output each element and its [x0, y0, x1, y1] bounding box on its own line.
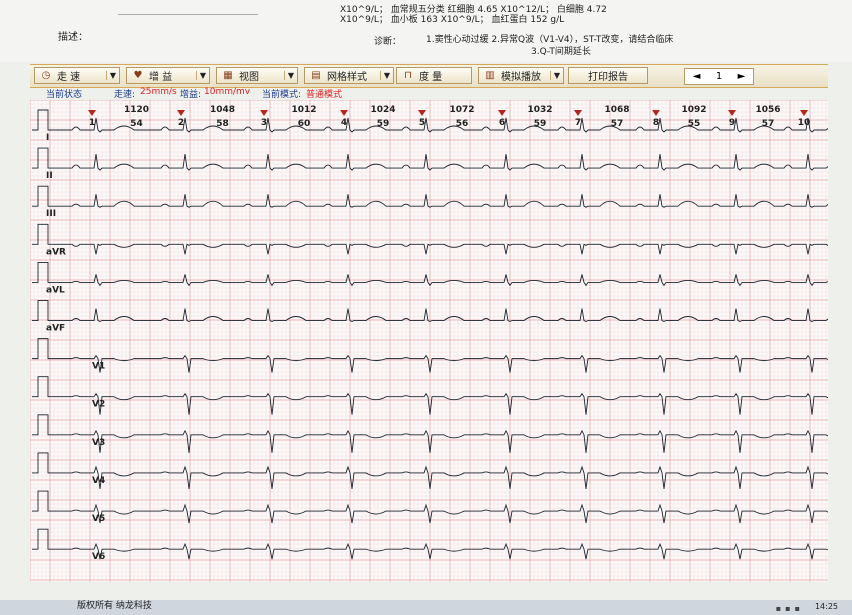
rr-interval-label: 1048	[210, 105, 235, 115]
diagnosis-label: 诊断：	[374, 37, 402, 47]
grid-style-label: 网格样式	[327, 72, 367, 83]
rr-interval-label: 1068	[604, 105, 629, 115]
heart-rate-label: 56	[456, 119, 469, 129]
rr-interval-label: 1056	[755, 105, 780, 115]
gain-status-text: 增益:	[180, 90, 202, 100]
playback-label: 模拟播放	[501, 72, 541, 83]
field-underline	[118, 14, 258, 15]
lead-label-v4: V4	[92, 476, 105, 486]
playback-icon: ▥	[485, 70, 495, 81]
mode-status-value: 普通模式	[306, 90, 343, 100]
playback-dropdown[interactable]: ▥ 模拟播放 ▼	[478, 67, 564, 84]
taskbar-clock: 14:25	[814, 602, 838, 611]
speed-status-text: 走速:	[114, 90, 136, 100]
lab-results-line2: X10^9/L； 血小板 163 X10^9/L； 血红蛋白 152 g/L	[340, 15, 565, 25]
measure-button[interactable]: ⊓ 度 量	[396, 67, 472, 84]
rr-interval-label: 1120	[124, 105, 149, 115]
prev-page-button[interactable]: ◄	[693, 71, 701, 82]
toolbar: ◷ 走 速 ▼ ♥ 增 益 ▼ ▦ 视图 ▼ ▤ 网格样式 ▼ ⊓ 度 量 ▥ …	[30, 64, 828, 88]
chevron-down-icon[interactable]: ▼	[106, 71, 119, 80]
current-status-label: 当前状态	[46, 90, 83, 100]
rr-interval-label: 1012	[291, 105, 316, 115]
grid-icon: ▤	[311, 70, 321, 81]
print-report-button[interactable]: 打印报告	[568, 67, 648, 84]
system-tray-icons[interactable]: ▪▪▪	[776, 604, 804, 613]
rr-interval-label: 1072	[449, 105, 474, 115]
lead-label-iii: III	[46, 209, 56, 219]
diagnosis-line2[interactable]: 3.Q-T间期延长	[531, 44, 591, 57]
copyright-text: 版权所有 纳龙科技	[77, 601, 152, 611]
clock-icon: ◷	[41, 70, 51, 81]
ecg-viewer-screen: X10^9/L； 血常规五分类 红细胞 4.65 X10^12/L； 白细胞 4…	[0, 0, 852, 615]
caliper-icon: ⊓	[404, 70, 412, 81]
mode-status-text: 当前模式:	[262, 90, 302, 100]
status-bar: 当前状态 走速: 25mm/s 增益: 10mm/mv 当前模式: 普通模式	[30, 87, 828, 100]
lead-label-avr: aVR	[46, 247, 66, 257]
ecg-waveform-canvas[interactable]: 1112054 2104858 3101260 4102459 5107256 61032…	[30, 100, 828, 582]
next-page-button[interactable]: ►	[738, 71, 746, 82]
lead-label-avf: aVF	[46, 324, 65, 334]
chevron-down-icon[interactable]: ▼	[196, 71, 209, 80]
page-navigator: ◄ 1 ►	[684, 68, 754, 85]
lead-label-v6: V6	[92, 552, 105, 562]
lead-label-v5: V5	[92, 514, 105, 524]
heart-icon: ♥	[133, 70, 143, 81]
lead-label-v3: V3	[92, 438, 105, 448]
print-report-label: 打印报告	[588, 72, 628, 83]
gain-dropdown[interactable]: ♥ 增 益 ▼	[126, 67, 210, 84]
heart-rate-label: 57	[762, 119, 775, 129]
lead-label-avl: aVL	[46, 285, 65, 295]
grid-view-icon: ▦	[223, 70, 233, 81]
speed-label: 走 速	[57, 72, 81, 83]
rr-interval-label: 1032	[527, 105, 552, 115]
gain-label: 增 益	[149, 72, 173, 83]
heart-rate-label: 54	[130, 119, 143, 129]
gain-status-value: 10mm/mv	[204, 87, 251, 97]
page-number[interactable]: 1	[716, 71, 722, 82]
lead-label-ii: II	[46, 171, 53, 181]
speed-status-value: 25mm/s	[140, 87, 177, 97]
speed-dropdown[interactable]: ◷ 走 速 ▼	[34, 67, 120, 84]
chevron-down-icon[interactable]: ▼	[284, 71, 297, 80]
lead-label-i: I	[46, 133, 49, 143]
chevron-down-icon[interactable]: ▼	[550, 71, 563, 80]
grid-style-dropdown[interactable]: ▤ 网格样式 ▼	[304, 67, 394, 84]
rr-interval-label: 1092	[681, 105, 706, 115]
lead-label-v2: V2	[92, 400, 105, 410]
heart-rate-label: 60	[298, 119, 311, 129]
measure-label: 度 量	[419, 72, 443, 83]
view-label: 视图	[239, 72, 259, 83]
view-dropdown[interactable]: ▦ 视图 ▼	[216, 67, 298, 84]
lead-label-v1: V1	[92, 362, 105, 372]
chevron-down-icon[interactable]: ▼	[380, 71, 393, 80]
report-panel: X10^9/L； 血常规五分类 红细胞 4.65 X10^12/L； 白细胞 4…	[0, 0, 852, 62]
rr-interval-label: 1024	[370, 105, 395, 115]
description-label: 描述：	[58, 32, 88, 43]
